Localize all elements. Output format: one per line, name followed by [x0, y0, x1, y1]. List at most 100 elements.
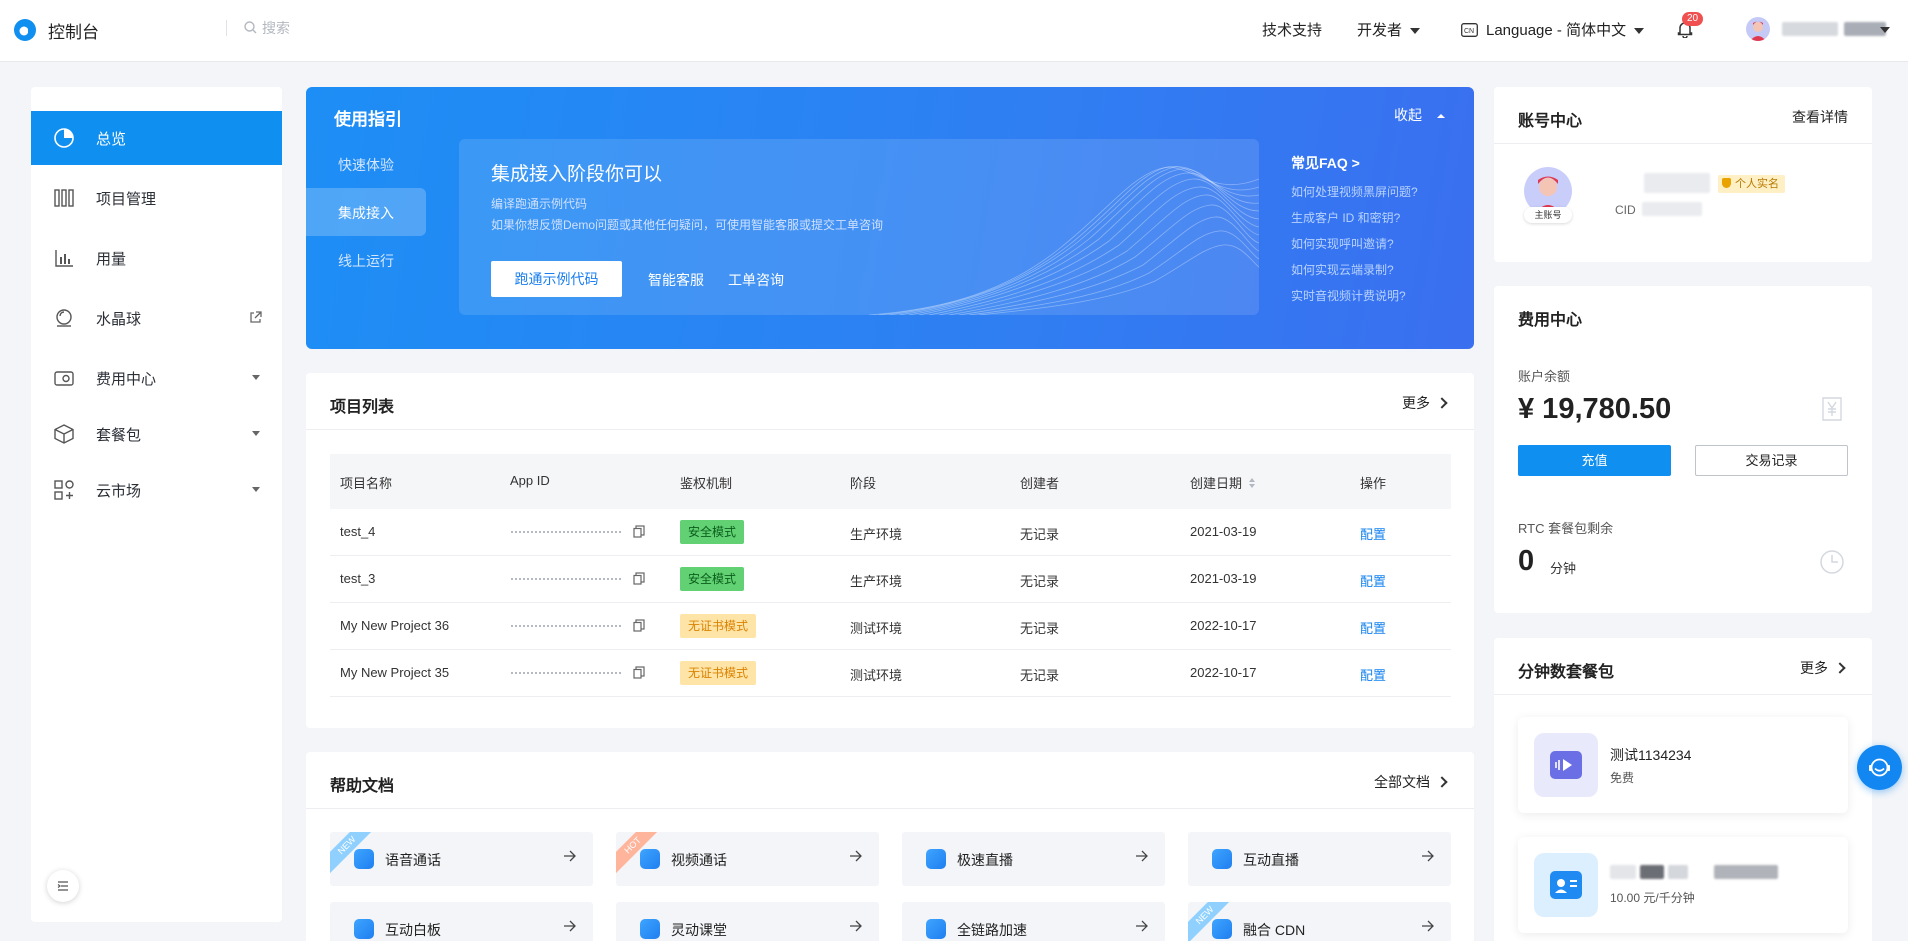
transaction-records-button[interactable]: 交易记录: [1695, 445, 1848, 476]
arrow-right-icon: [1136, 920, 1148, 932]
column-header: 阶段: [850, 476, 877, 491]
arrow-right-icon: [564, 920, 576, 932]
external-link-icon: [250, 311, 262, 323]
guide-title: 使用指引: [334, 110, 402, 129]
doc-item-whiteboard[interactable]: 互动白板: [330, 902, 593, 941]
sidebar: 总览 项目管理 用量 水晶球 费用中心 套餐包 云市场: [31, 87, 282, 922]
user-avatar[interactable]: [1746, 17, 1770, 41]
packages-more-link[interactable]: 更多: [1800, 658, 1846, 678]
run-sample-code-button[interactable]: 跑通示例代码: [491, 261, 622, 297]
project-creator: 无记录: [1020, 621, 1060, 636]
sidebar-item-projects[interactable]: 项目管理: [31, 171, 282, 225]
faq-link[interactable]: 如何处理视频黑屏问题?: [1291, 183, 1418, 200]
faq-link[interactable]: 如何实现呼叫邀请?: [1291, 235, 1394, 252]
doc-item-cdn[interactable]: NEW 融合 CDN: [1188, 902, 1451, 941]
sidebar-item-usage[interactable]: 用量: [31, 231, 282, 285]
guide-tab-online[interactable]: 线上运行: [306, 236, 426, 284]
guide-tab-quick-start[interactable]: 快速体验: [306, 140, 426, 188]
doc-item-label: 融合 CDN: [1243, 922, 1306, 938]
search-input[interactable]: [262, 17, 462, 39]
faq-link[interactable]: 如何实现云端录制?: [1291, 261, 1394, 278]
project-name: My New Project 36: [340, 618, 450, 633]
more-label: 全部文档: [1374, 774, 1430, 790]
recharge-button[interactable]: 充值: [1518, 445, 1671, 476]
doc-item-label: 互动白板: [385, 922, 441, 938]
rtc-remaining-value: 0: [1518, 545, 1535, 577]
doc-item-classroom[interactable]: 灵动课堂: [616, 902, 879, 941]
realname-badge: 个人实名: [1718, 175, 1785, 193]
sidebar-item-crystal-ball[interactable]: 水晶球: [31, 291, 282, 345]
language-icon: CN: [1461, 23, 1478, 37]
guide-tab-integration[interactable]: 集成接入: [306, 188, 426, 236]
doc-item-interactive-live[interactable]: 互动直播: [1188, 832, 1451, 886]
smart-service-link[interactable]: 智能客服: [648, 270, 704, 290]
copy-icon[interactable]: [633, 619, 645, 632]
doc-item-voice-call[interactable]: NEW 语音通话: [330, 832, 593, 886]
copy-icon[interactable]: [633, 572, 645, 585]
faq-title-link[interactable]: 常见FAQ >: [1291, 153, 1360, 173]
sidebar-item-billing[interactable]: 费用中心: [31, 351, 282, 405]
app-id-masked: [511, 625, 621, 627]
package-item[interactable]: 10.00 元/千分钟: [1518, 837, 1848, 933]
more-label: 更多: [1800, 660, 1828, 676]
more-label: 更多: [1402, 395, 1430, 411]
help-docs-title: 帮助文档: [330, 778, 395, 795]
configure-link[interactable]: 配置: [1360, 571, 1386, 590]
account-details-link[interactable]: 查看详情: [1792, 107, 1848, 127]
chevron-down-icon: [1410, 28, 1421, 35]
customer-service-button[interactable]: [1857, 745, 1902, 790]
sort-icon: [1249, 478, 1256, 488]
column-header: App ID: [510, 473, 550, 488]
chevron-up-icon: [1437, 114, 1445, 118]
doc-item-acceleration[interactable]: 全链路加速: [902, 902, 1165, 941]
sidebar-item-overview[interactable]: 总览: [31, 111, 282, 165]
acceleration-icon: [926, 919, 946, 939]
language-selector[interactable]: CN Language - 简体中文: [1461, 19, 1645, 40]
interactive-live-icon: [1212, 849, 1232, 869]
package-name: 测试1134234: [1610, 747, 1692, 763]
auth-badge: 安全模式: [680, 567, 745, 591]
arrow-right-icon: [850, 850, 862, 862]
chevron-down-icon: [252, 487, 260, 492]
guide-panel: 集成接入阶段你可以 编译跑通示例代码 如果你想反馈Demo问题或其他任何疑问，可…: [459, 139, 1259, 315]
sidebar-item-marketplace[interactable]: 云市场: [31, 463, 282, 517]
faq-link[interactable]: 生成客户 ID 和密钥?: [1291, 209, 1400, 226]
configure-link[interactable]: 配置: [1360, 665, 1386, 684]
sidebar-item-packages[interactable]: 套餐包: [31, 407, 282, 461]
ticket-link[interactable]: 工单咨询: [728, 270, 784, 290]
project-list-more-link[interactable]: 更多: [1402, 393, 1448, 413]
chevron-right-icon: [1834, 662, 1846, 674]
sidebar-collapse-button[interactable]: [47, 870, 79, 902]
developer-menu[interactable]: 开发者: [1357, 19, 1421, 40]
package-name-redacted: [1714, 865, 1778, 879]
logo-icon[interactable]: [14, 19, 36, 41]
copy-icon[interactable]: [633, 525, 645, 538]
tech-support-link[interactable]: 技术支持: [1262, 19, 1322, 40]
guide-collapse-button[interactable]: 收起: [1394, 105, 1446, 125]
doc-item-video-call[interactable]: HOT 视频通话: [616, 832, 879, 886]
table-header: 项目名称 App ID 鉴权机制 阶段 创建者 创建日期 操作: [330, 454, 1451, 509]
doc-item-label: 极速直播: [957, 852, 1013, 868]
sidebar-item-label: 水晶球: [96, 311, 142, 328]
project-name: My New Project 35: [340, 665, 450, 680]
package-name-redacted: [1668, 865, 1688, 879]
all-docs-link[interactable]: 全部文档: [1374, 772, 1448, 792]
copy-icon[interactable]: [633, 666, 645, 679]
doc-item-fast-live[interactable]: 极速直播: [902, 832, 1165, 886]
app-title[interactable]: 控制台: [48, 18, 99, 43]
arrow-right-icon: [1136, 850, 1148, 862]
faq-link[interactable]: 实时音视频计费说明?: [1291, 287, 1406, 304]
package-item[interactable]: 测试1134234 免费: [1518, 717, 1848, 813]
doc-item-label: 全链路加速: [957, 922, 1027, 938]
sidebar-item-label: 项目管理: [96, 191, 157, 208]
configure-link[interactable]: 配置: [1360, 524, 1386, 543]
column-header-sortable[interactable]: 创建日期: [1190, 473, 1256, 492]
chevron-down-icon[interactable]: [1880, 27, 1890, 33]
configure-link[interactable]: 配置: [1360, 618, 1386, 637]
app-id-masked: [511, 672, 621, 674]
sidebar-item-label: 总览: [96, 131, 127, 148]
table-row: test_4 安全模式 生产环境 无记录 2021-03-19 配置: [330, 509, 1451, 556]
chevron-right-icon: [1436, 776, 1448, 788]
project-creator: 无记录: [1020, 527, 1060, 542]
doc-item-label: 互动直播: [1243, 852, 1299, 868]
